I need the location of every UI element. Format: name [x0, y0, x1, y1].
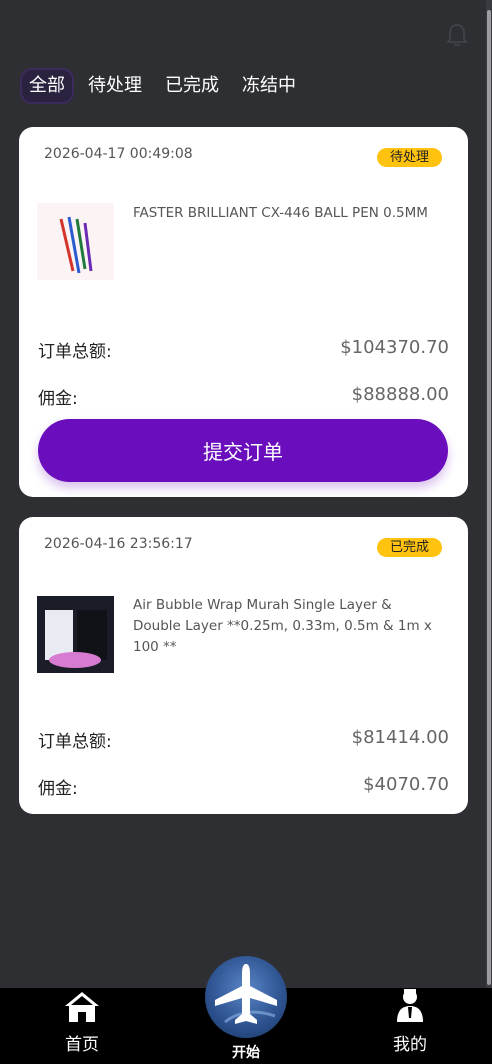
product-image — [37, 203, 114, 280]
scrollbar[interactable] — [486, 0, 492, 990]
home-icon — [65, 992, 99, 1022]
order-card: 2026-04-17 00:49:08 待处理 FASTER BRILLIANT… — [19, 127, 468, 497]
commission-value: $4070.70 — [363, 774, 449, 795]
order-date: 2026-04-17 00:49:08 — [44, 146, 193, 162]
scrollbar-thumb[interactable] — [487, 10, 491, 985]
product-name: FASTER BRILLIANT CX-446 BALL PEN 0.5MM — [133, 205, 428, 221]
order-total-label: 订单总额: — [38, 342, 112, 362]
order-total-row: 订单总额: $104370.70 — [38, 337, 449, 362]
submit-order-button[interactable]: 提交订单 — [38, 419, 448, 482]
tab-pending[interactable]: 待处理 — [79, 68, 151, 104]
tab-frozen[interactable]: 冻结中 — [233, 68, 305, 104]
commission-row: 佣金: $4070.70 — [38, 774, 449, 799]
order-total-value: $81414.00 — [351, 727, 449, 748]
nav-home-label: 首页 — [65, 1035, 99, 1055]
tab-completed[interactable]: 已完成 — [156, 68, 228, 104]
order-total-value: $104370.70 — [340, 337, 449, 358]
status-badge: 已完成 — [376, 538, 442, 557]
order-total-row: 订单总额: $81414.00 — [38, 727, 449, 752]
order-card: 2026-04-16 23:56:17 已完成 Air Bubble Wrap … — [19, 517, 468, 814]
nav-start-label: 开始 — [232, 1045, 260, 1061]
commission-value: $88888.00 — [351, 384, 449, 405]
product-name: Air Bubble Wrap Murah Single Layer & Dou… — [133, 597, 432, 655]
order-total-label: 订单总额: — [38, 732, 112, 752]
user-icon — [397, 989, 423, 1022]
order-date: 2026-04-16 23:56:17 — [44, 536, 193, 552]
start-button[interactable] — [205, 956, 287, 1038]
bell-icon[interactable] — [445, 22, 469, 48]
status-badge: 待处理 — [376, 148, 442, 167]
tab-all[interactable]: 全部 — [20, 68, 74, 104]
airplane-icon — [215, 964, 277, 1024]
commission-row: 佣金: $88888.00 — [38, 384, 449, 409]
status-tabs: 全部 待处理 已完成 冻结中 — [20, 68, 310, 104]
commission-label: 佣金: — [38, 779, 78, 799]
nav-mine-label: 我的 — [393, 1035, 427, 1055]
commission-label: 佣金: — [38, 389, 78, 409]
product-image — [37, 596, 114, 673]
